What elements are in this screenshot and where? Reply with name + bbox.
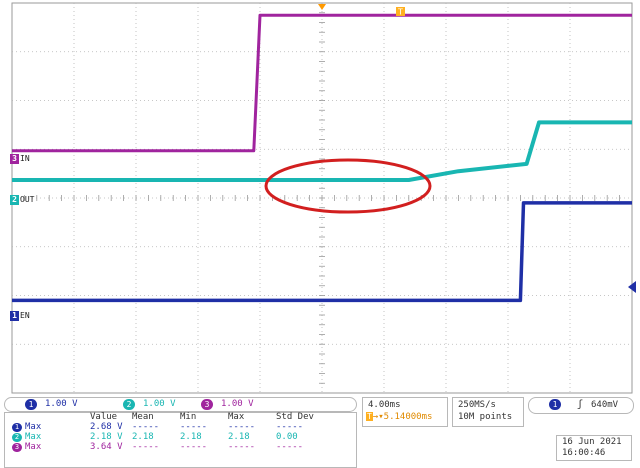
- trigger-box[interactable]: 1 ʃ 640mV: [528, 397, 634, 414]
- header-max: Max: [228, 412, 245, 422]
- row-std: -----: [276, 422, 304, 432]
- channel-3-chip: 3: [10, 154, 19, 164]
- row-std: 0.00: [276, 432, 298, 442]
- measurement-row[interactable]: 1 Max 2.68 V ----- ----- ----- -----: [12, 422, 318, 432]
- row-channel-chip: 3: [12, 443, 22, 452]
- svg-text:T: T: [397, 8, 403, 17]
- channel-2-chip: 2: [10, 195, 19, 205]
- trigger-level: 640mV: [591, 400, 619, 410]
- row-label: Max: [25, 442, 42, 452]
- rising-edge-icon: ʃ: [577, 399, 584, 410]
- row-min: 2.18: [180, 432, 202, 442]
- channel-3-label: 3 IN: [10, 154, 30, 164]
- row-min: -----: [180, 442, 208, 452]
- row-max: -----: [228, 442, 256, 452]
- trigger-pos-icon: T: [366, 412, 373, 421]
- trigger-source-chip: 1: [549, 399, 561, 410]
- channel-1-label: 1 EN: [10, 311, 30, 321]
- header-min: Min: [180, 412, 197, 422]
- record-length: 10M points: [458, 412, 513, 422]
- row-mean: -----: [132, 442, 160, 452]
- trigger-position: T→▾5.14000ms: [366, 412, 432, 422]
- channel-1-chip: 1: [10, 311, 19, 321]
- row-label: Max: [25, 432, 42, 442]
- row-min: -----: [180, 422, 208, 432]
- row-value: 3.64 V: [90, 442, 123, 452]
- channel-2-label: 2 OUT: [10, 195, 34, 205]
- in-label: IN: [20, 154, 30, 163]
- row-value: 2.18 V: [90, 432, 123, 442]
- sample-rate: 250MS/s: [458, 400, 496, 410]
- channel-scale-bar: 1 1.00 V 2 1.00 V 3 1.00 V: [4, 397, 357, 412]
- trigger-marker-t: T: [396, 7, 405, 17]
- row-mean: 2.18: [132, 432, 154, 442]
- row-label: Max: [25, 422, 42, 432]
- row-channel-chip: 2: [12, 433, 22, 442]
- measurement-header-row: Value Mean Min Max Std Dev: [12, 412, 318, 422]
- row-value: 2.68 V: [90, 422, 123, 432]
- date: 16 Jun 2021: [562, 437, 622, 447]
- ch3-scale: 1.00 V: [221, 399, 254, 409]
- acquisition-box[interactable]: 250MS/s 10M points: [452, 397, 524, 427]
- timebase-box[interactable]: 4.00ms T→▾5.14000ms: [362, 397, 448, 427]
- ch2-scale-chip[interactable]: 2: [123, 399, 135, 410]
- measurement-row[interactable]: 3 Max 3.64 V ----- ----- ----- -----: [12, 442, 318, 452]
- out-label: OUT: [20, 195, 35, 204]
- row-mean: -----: [132, 422, 160, 432]
- datetime-box: 16 Jun 2021 16:00:46: [556, 435, 632, 461]
- measurement-row[interactable]: 2 Max 2.18 V 2.18 2.18 2.18 0.00: [12, 432, 318, 442]
- header-std-dev: Std Dev: [276, 412, 314, 422]
- trigger-pos-value: 5.14000ms: [383, 412, 433, 422]
- timebase: 4.00ms: [368, 400, 401, 410]
- row-channel-chip: 1: [12, 423, 22, 432]
- header-mean: Mean: [132, 412, 154, 422]
- ch1-scale-chip[interactable]: 1: [25, 399, 37, 410]
- measurement-table: Value Mean Min Max Std Dev 1 Max 2.68 V -…: [12, 412, 318, 452]
- trigger-arrow-icon: →▾: [372, 412, 384, 422]
- row-max: 2.18: [228, 432, 250, 442]
- ch3-scale-chip[interactable]: 3: [201, 399, 213, 410]
- en-label: EN: [20, 311, 30, 320]
- ch2-scale: 1.00 V: [143, 399, 176, 409]
- time: 16:00:46: [562, 448, 606, 458]
- row-std: -----: [276, 442, 304, 452]
- row-max: -----: [228, 422, 256, 432]
- ch1-scale: 1.00 V: [45, 399, 78, 409]
- header-value: Value: [90, 412, 118, 422]
